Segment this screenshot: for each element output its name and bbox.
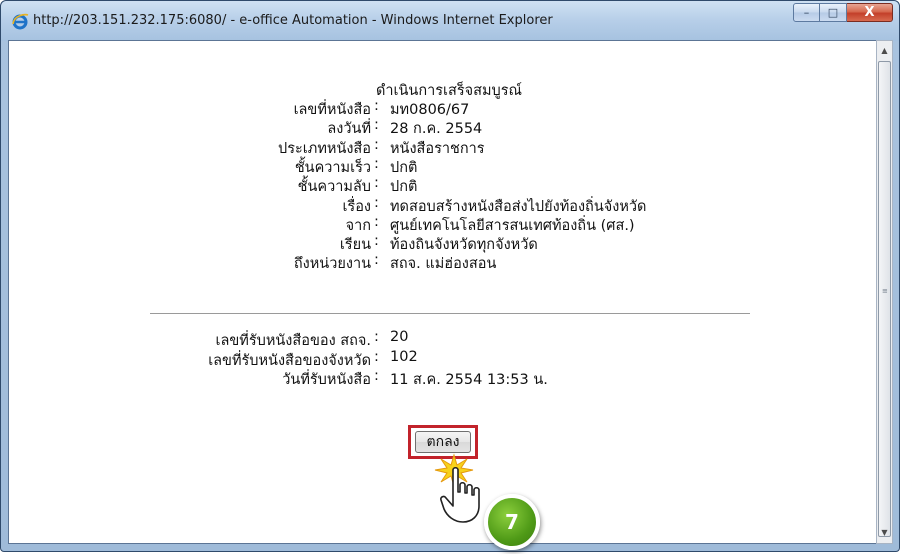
scroll-down-icon[interactable]: ▼ bbox=[877, 525, 892, 541]
detail-colon: : bbox=[374, 117, 379, 134]
detail-colon: : bbox=[374, 233, 379, 250]
scroll-grip-icon: ≡ bbox=[882, 287, 888, 295]
detail-value: 11 ส.ค. 2554 13:53 น. bbox=[390, 372, 548, 388]
maximize-button[interactable]: □ bbox=[820, 3, 847, 22]
detail-colon: : bbox=[374, 136, 379, 153]
detail-colon: : bbox=[374, 368, 379, 384]
detail-colon: : bbox=[374, 98, 379, 114]
window-controls: – □ X bbox=[793, 3, 893, 23]
maximize-icon: □ bbox=[827, 6, 839, 19]
vertical-scrollbar[interactable]: ▲ ≡ ▼ bbox=[876, 40, 893, 544]
ok-button[interactable]: ตกลง bbox=[415, 431, 471, 453]
scroll-up-icon[interactable]: ▲ bbox=[877, 43, 892, 59]
step-number-badge: 7 bbox=[484, 494, 540, 550]
detail-colon: : bbox=[374, 194, 379, 211]
close-button[interactable]: X bbox=[847, 3, 893, 22]
internet-explorer-icon bbox=[12, 13, 29, 30]
detail-colon: : bbox=[374, 252, 379, 269]
detail-colon: : bbox=[374, 348, 379, 365]
title-bar: http://203.151.232.175:6080/ - e-office … bbox=[1, 1, 899, 41]
detail-label: วันที่รับหนังสือ bbox=[282, 372, 371, 388]
detail-colon: : bbox=[374, 175, 379, 192]
minimize-button[interactable]: – bbox=[793, 3, 820, 22]
detail-value: 102 bbox=[390, 348, 418, 365]
window-title: http://203.151.232.175:6080/ - e-office … bbox=[33, 13, 553, 28]
detail-colon: : bbox=[374, 329, 379, 345]
divider bbox=[150, 313, 750, 314]
page-content: ดำเนินการเสร็จสมบูรณ์ เลขที่หนังสือ: มท08… bbox=[8, 40, 885, 550]
detail-value: สถจ. แม่ฮ่องสอน bbox=[390, 256, 497, 273]
minimize-icon: – bbox=[803, 6, 810, 19]
pointer-hand-icon bbox=[440, 466, 480, 523]
scroll-thumb[interactable]: ≡ bbox=[878, 61, 891, 537]
detail-colon: : bbox=[374, 213, 379, 230]
close-icon: X bbox=[864, 5, 875, 20]
detail-colon: : bbox=[374, 155, 379, 172]
detail-label: ถึงหน่วยงาน bbox=[293, 256, 371, 273]
detail-value: 20 bbox=[390, 329, 409, 345]
